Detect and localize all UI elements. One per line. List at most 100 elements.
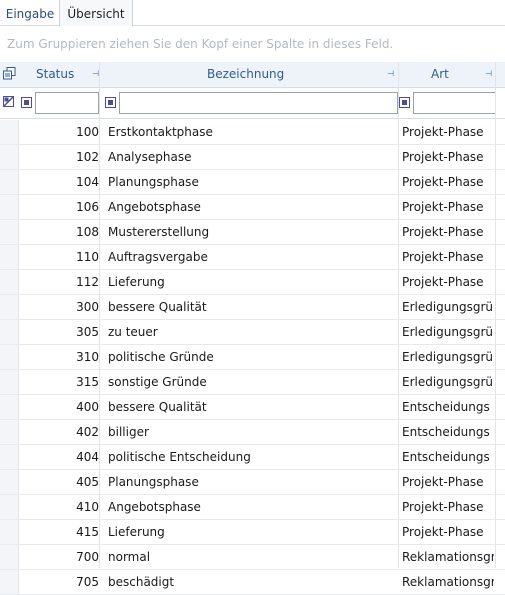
cell-bezeichnung[interactable]: Erstkontaktphase [108, 120, 398, 144]
table-row[interactable]: 300 bessere Qualität Erledigungsgrü [0, 295, 505, 320]
row-indicator[interactable] [0, 470, 19, 494]
table-row[interactable]: 700 normal Reklamationsgr [0, 545, 505, 570]
table-row[interactable]: 106 Angebotsphase Projekt-Phase [0, 195, 505, 220]
cell-bezeichnung[interactable]: politische Entscheidung [108, 445, 398, 469]
cell-status[interactable]: 102 [19, 145, 99, 169]
cell-status[interactable]: 405 [19, 470, 99, 494]
row-indicator[interactable] [0, 195, 19, 219]
cell-status[interactable]: 104 [19, 170, 99, 194]
filter-operator-art[interactable] [399, 97, 410, 108]
cell-art[interactable]: Entscheidungs [402, 395, 494, 419]
table-row[interactable]: 415 Lieferung Projekt-Phase [0, 520, 505, 545]
filter-input-art[interactable] [413, 92, 496, 114]
cell-status[interactable]: 305 [19, 320, 99, 344]
cell-bezeichnung[interactable]: politische Gründe [108, 345, 398, 369]
cell-bezeichnung[interactable]: normal [108, 545, 398, 569]
pin-icon[interactable]: ⊣ [485, 70, 493, 78]
tab-uebersicht[interactable]: Übersicht [59, 0, 133, 26]
column-header-art[interactable]: Art ⊣ [399, 62, 505, 87]
group-by-panel[interactable]: Zum Gruppieren ziehen Sie den Kopf einer… [0, 26, 505, 62]
table-row[interactable]: 405 Planungsphase Projekt-Phase [0, 470, 505, 495]
table-row[interactable]: 705 beschädigt Reklamationsgr [0, 570, 505, 595]
cell-bezeichnung[interactable]: Mustererstellung [108, 220, 398, 244]
cell-status[interactable]: 310 [19, 345, 99, 369]
row-indicator[interactable] [0, 370, 19, 394]
cell-art[interactable]: Projekt-Phase [402, 195, 494, 219]
cell-status[interactable]: 700 [19, 545, 99, 569]
cell-art[interactable]: Projekt-Phase [402, 220, 494, 244]
cell-status[interactable]: 415 [19, 520, 99, 544]
table-row[interactable]: 400 bessere Qualität Entscheidungs [0, 395, 505, 420]
row-indicator[interactable] [0, 270, 19, 294]
cell-bezeichnung[interactable]: Auftragsvergabe [108, 245, 398, 269]
cell-bezeichnung[interactable]: bessere Qualität [108, 395, 398, 419]
table-row[interactable]: 410 Angebotsphase Projekt-Phase [0, 495, 505, 520]
row-indicator[interactable] [0, 345, 19, 369]
filter-input-bezeichnung[interactable] [119, 92, 398, 114]
filter-operator-bezeichnung[interactable] [105, 97, 116, 108]
cell-art[interactable]: Projekt-Phase [402, 120, 494, 144]
column-header-bezeichnung[interactable]: Bezeichnung ⊣ [100, 62, 398, 87]
cell-art[interactable]: Erledigungsgrü [402, 320, 494, 344]
cell-art[interactable]: Erledigungsgrü [402, 370, 494, 394]
row-indicator[interactable] [0, 395, 19, 419]
cell-status[interactable]: 705 [19, 570, 99, 594]
cell-bezeichnung[interactable]: bessere Qualität [108, 295, 398, 319]
row-indicator[interactable] [0, 120, 19, 144]
cell-art[interactable]: Projekt-Phase [402, 170, 494, 194]
cell-art[interactable]: Projekt-Phase [402, 520, 494, 544]
cell-bezeichnung[interactable]: zu teuer [108, 320, 398, 344]
table-row[interactable]: 104 Planungsphase Projekt-Phase [0, 170, 505, 195]
cell-art[interactable]: Projekt-Phase [402, 270, 494, 294]
cell-art[interactable]: Projekt-Phase [402, 495, 494, 519]
cell-art[interactable]: Reklamationsgr [402, 545, 494, 569]
row-indicator[interactable] [0, 545, 19, 569]
cell-art[interactable]: Projekt-Phase [402, 245, 494, 269]
cell-status[interactable]: 400 [19, 395, 99, 419]
table-row[interactable]: 102 Analysephase Projekt-Phase [0, 145, 505, 170]
table-row[interactable]: 404 politische Entscheidung Entscheidungs [0, 445, 505, 470]
cell-art[interactable]: Entscheidungs [402, 420, 494, 444]
cell-bezeichnung[interactable]: Planungsphase [108, 170, 398, 194]
row-indicator[interactable] [0, 520, 19, 544]
table-row[interactable]: 402 billiger Entscheidungs [0, 420, 505, 445]
cell-bezeichnung[interactable]: beschädigt [108, 570, 398, 594]
cell-art[interactable]: Erledigungsgrü [402, 345, 494, 369]
cell-status[interactable]: 108 [19, 220, 99, 244]
table-row[interactable]: 112 Lieferung Projekt-Phase [0, 270, 505, 295]
cell-status[interactable]: 112 [19, 270, 99, 294]
row-indicator[interactable] [0, 295, 19, 319]
table-row[interactable]: 108 Mustererstellung Projekt-Phase [0, 220, 505, 245]
cell-bezeichnung[interactable]: Analysephase [108, 145, 398, 169]
cell-bezeichnung[interactable]: Planungsphase [108, 470, 398, 494]
table-row[interactable]: 315 sonstige Gründe Erledigungsgrü [0, 370, 505, 395]
cell-status[interactable]: 404 [19, 445, 99, 469]
cell-bezeichnung[interactable]: billiger [108, 420, 398, 444]
cell-bezeichnung[interactable]: sonstige Gründe [108, 370, 398, 394]
cell-bezeichnung[interactable]: Lieferung [108, 520, 398, 544]
cell-status[interactable]: 110 [19, 245, 99, 269]
row-indicator[interactable] [0, 220, 19, 244]
table-row[interactable]: 110 Auftragsvergabe Projekt-Phase [0, 245, 505, 270]
cell-status[interactable]: 410 [19, 495, 99, 519]
cell-status[interactable]: 402 [19, 420, 99, 444]
row-indicator[interactable] [0, 320, 19, 344]
cell-art[interactable]: Reklamationsgr [402, 570, 494, 594]
table-row[interactable]: 305 zu teuer Erledigungsgrü [0, 320, 505, 345]
clear-filter-icon[interactable] [3, 96, 14, 107]
cell-art[interactable]: Entscheidungs [402, 445, 494, 469]
filter-input-status[interactable] [35, 92, 99, 114]
tab-eingabe[interactable]: Eingabe [4, 0, 56, 25]
cell-bezeichnung[interactable]: Angebotsphase [108, 195, 398, 219]
cell-bezeichnung[interactable]: Angebotsphase [108, 495, 398, 519]
column-chooser-icon[interactable] [3, 67, 16, 80]
cell-status[interactable]: 106 [19, 195, 99, 219]
cell-status[interactable]: 300 [19, 295, 99, 319]
row-indicator[interactable] [0, 245, 19, 269]
cell-status[interactable]: 100 [19, 120, 99, 144]
cell-art[interactable]: Erledigungsgrü [402, 295, 494, 319]
filter-operator-status[interactable] [21, 97, 32, 108]
cell-art[interactable]: Projekt-Phase [402, 470, 494, 494]
row-indicator[interactable] [0, 170, 19, 194]
table-row[interactable]: 100 Erstkontaktphase Projekt-Phase [0, 120, 505, 145]
